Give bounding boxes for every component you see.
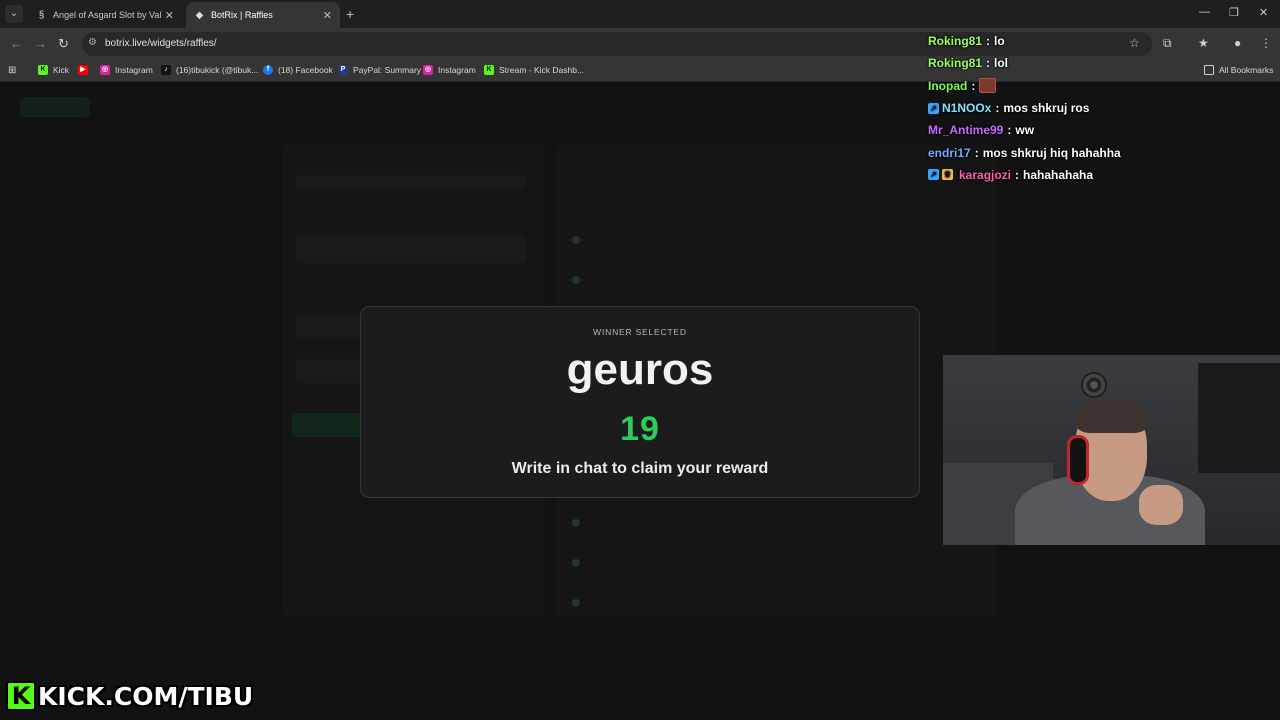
tab-angel-of-asgard[interactable]: § Angel of Asgard Slot by Valkyr ✕ <box>28 2 182 28</box>
forward-icon[interactable]: → <box>34 36 47 51</box>
chat-username: Mr_Antime99 <box>928 123 1004 138</box>
channel-url: KICK.COM/TIBU <box>38 681 254 711</box>
emote-icon <box>979 78 997 94</box>
new-tab-button[interactable]: + <box>346 6 354 22</box>
boost-badge-icon: ↗ <box>928 102 939 114</box>
bookmark-instagram-2[interactable]: ◎ Instagram <box>423 65 476 75</box>
winner-countdown: 19 <box>620 410 660 448</box>
winner-modal: WINNER SELECTED geuros 19 Write in chat … <box>360 306 920 498</box>
close-icon[interactable]: ✕ <box>165 9 174 22</box>
kick-icon: K <box>484 65 494 75</box>
reload-icon[interactable]: ↻ <box>58 36 69 52</box>
chat-text: lo <box>994 34 1005 49</box>
kick-logo-icon: K <box>6 681 36 711</box>
participant-dot <box>572 236 580 244</box>
tiktok-icon: ♪ <box>161 65 171 75</box>
chat-message: Mr_Antime99: ww <box>928 123 1035 138</box>
apps-grid-icon[interactable]: ⊞ <box>8 65 16 76</box>
kick-channel-branding: K KICK.COM/TIBU <box>6 680 253 712</box>
chat-text: hahahahaha <box>1023 167 1094 182</box>
bookmark-kick-dashboard[interactable]: K Stream - Kick Dashb... <box>484 65 584 75</box>
dartboard <box>1081 372 1107 398</box>
youtube-icon: ▶ <box>78 65 88 75</box>
chat-username: Roking81 <box>928 34 983 49</box>
participant-dot <box>572 559 580 567</box>
back-icon[interactable]: ← <box>10 36 23 51</box>
claim-instructions: Write in chat to claim your reward <box>511 460 769 477</box>
chat-message: endri17: mos shkruj hiq hahahha <box>928 145 1121 160</box>
winner-selected-label: WINNER SELECTED <box>593 327 687 337</box>
chat-text: mos shkruj ros <box>1003 101 1090 116</box>
chat-username: endri17 <box>928 145 971 160</box>
participant-dot <box>572 276 580 284</box>
webcam-window <box>1198 363 1280 473</box>
url-text[interactable]: botrix.live/widgets/raffles/ <box>105 38 217 49</box>
bookmark-youtube[interactable]: ▶ <box>78 65 93 75</box>
paypal-icon: P <box>338 65 348 75</box>
chat-message: Roking81: lo <box>928 34 1005 49</box>
chat-username: karagjozi <box>959 167 1012 182</box>
chat-message: Roking81: lol <box>928 56 1009 71</box>
chat-text: ww <box>1015 123 1035 138</box>
streamer-webcam <box>943 355 1280 545</box>
headphones <box>1067 435 1089 485</box>
chat-username: Inopad <box>928 78 968 93</box>
chat-username: Roking81 <box>928 56 983 71</box>
window-close-icon[interactable]: ✕ <box>1259 6 1268 19</box>
tab-title: BotRix | Raffles <box>211 10 273 20</box>
streamer-hand <box>1139 485 1183 525</box>
tab-botrix-raffles[interactable]: ◆ BotRix | Raffles ✕ <box>186 2 340 28</box>
site-info-icon[interactable]: ⚙ <box>88 37 97 48</box>
boost-badge-icon: ↗ <box>928 169 939 181</box>
settings-field <box>296 235 526 263</box>
maximize-icon[interactable]: ❐ <box>1229 6 1239 19</box>
bookmark-tiktok[interactable]: ♪ (16)tibukick (@tibuk... <box>161 65 258 75</box>
bookmark-facebook[interactable]: f (18) Facebook <box>263 65 333 75</box>
bookmark-kick[interactable]: K Kick <box>38 65 69 75</box>
botrix-icon: ◆ <box>195 9 204 21</box>
tab-strip: ⌄ § Angel of Asgard Slot by Valkyr ✕ ◆ B… <box>0 0 1280 28</box>
chat-overlay: Roking81: lo Roking81: lol Inopad: ↗ N1NOOx… <box>928 30 1268 186</box>
chat-message: ↗ ♛ karagjozi: hahahahaha <box>928 164 1268 186</box>
participant-dot <box>572 519 580 527</box>
bookmark-paypal[interactable]: P PayPal: Summary <box>338 65 421 75</box>
chat-text: mos shkruj hiq hahahha <box>982 145 1121 160</box>
instagram-icon: ◎ <box>100 65 110 75</box>
minimize-icon[interactable]: — <box>1199 6 1210 18</box>
bookmark-instagram[interactable]: ◎ Instagram <box>100 65 153 75</box>
instagram-icon: ◎ <box>423 65 433 75</box>
kick-icon: K <box>38 65 48 75</box>
chat-username: N1NOOx <box>942 101 992 116</box>
chevron-down-icon: ⌄ <box>9 8 19 19</box>
streamer-hair <box>1077 399 1147 433</box>
winner-username: geuros <box>566 345 714 394</box>
crown-badge-icon: ♛ <box>942 169 953 181</box>
tab-search-button[interactable]: ⌄ <box>5 5 23 23</box>
participant-dot <box>572 599 580 607</box>
close-icon[interactable]: ✕ <box>323 9 332 22</box>
chat-message: ↗ N1NOOx: mos shkruj ros <box>928 97 1268 119</box>
botrix-logo <box>20 97 90 117</box>
facebook-icon: f <box>263 65 273 75</box>
chat-text: lol <box>994 56 1009 71</box>
tab-title: Angel of Asgard Slot by Valkyr <box>53 10 161 20</box>
stake-icon: § <box>38 9 45 21</box>
chat-message: Inopad: <box>928 75 1268 97</box>
settings-field <box>296 175 526 189</box>
